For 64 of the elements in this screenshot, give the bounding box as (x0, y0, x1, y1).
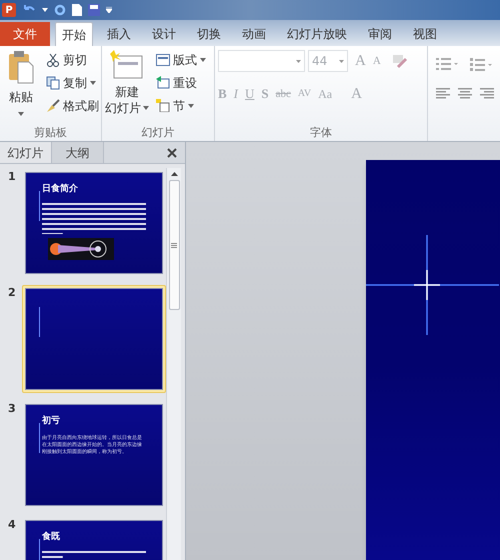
copy-icon (46, 76, 60, 90)
document-icon[interactable] (72, 4, 82, 16)
section-button[interactable]: 节 (156, 96, 206, 115)
group-label: 字体 (310, 124, 332, 141)
grip-icon (171, 242, 177, 248)
caret-icon (188, 104, 194, 108)
caret-icon[interactable] (42, 8, 48, 12)
group-label: 幻灯片 (142, 124, 174, 141)
caret-icon (339, 60, 344, 63)
section-icon (156, 99, 170, 112)
ribbon-tab[interactable]: 切换 (190, 22, 228, 46)
ribbon-tab[interactable]: 视图 (406, 22, 444, 46)
caret-icon (90, 80, 96, 84)
ribbon-tab[interactable]: 幻灯片放映 (280, 22, 354, 46)
align-right-icon[interactable] (480, 88, 494, 99)
scrollbar[interactable] (166, 168, 181, 560)
reset-button[interactable]: 重设 (156, 73, 206, 92)
paste-button[interactable]: 粘贴 (0, 50, 42, 125)
align-center-icon[interactable] (458, 88, 472, 99)
pane-tab[interactable]: 大纲 (52, 142, 104, 163)
layout-button[interactable]: 版式 (156, 50, 206, 69)
slide-number: 3 (7, 401, 17, 417)
slide-number: 2 (7, 285, 17, 301)
save-icon[interactable] (88, 4, 100, 16)
pane-tab[interactable]: 幻灯片 (0, 142, 52, 163)
caret-icon (200, 58, 206, 62)
caret-icon (18, 112, 24, 116)
ribbon-tab[interactable]: 开始 (55, 22, 93, 46)
ribbon-tab[interactable]: 插入 (100, 22, 138, 46)
format-painter-button[interactable]: 格式刷 (46, 96, 99, 115)
caret-icon (296, 60, 301, 63)
slide-number: 4 (7, 517, 17, 533)
slide-thumbnail[interactable] (22, 285, 166, 393)
font-name-field[interactable] (218, 50, 305, 72)
brush-icon (46, 98, 60, 112)
slide-thumbnail[interactable]: 食既 (22, 517, 166, 560)
scroll-thumb[interactable] (168, 180, 180, 310)
file-tab[interactable]: 文件 (0, 22, 50, 46)
scroll-up-icon[interactable] (170, 172, 178, 176)
copy-button[interactable]: 复制 (46, 73, 99, 92)
caret-icon (143, 106, 149, 110)
cut-button[interactable]: 剪切 (46, 50, 99, 69)
slide-title: 初亏 (42, 415, 61, 428)
clear-format-icon[interactable] (392, 53, 408, 70)
bullets-icon[interactable] (436, 58, 458, 70)
slide-title: 食既 (42, 531, 61, 544)
new-slide-icon (110, 50, 144, 80)
ribbon-tab[interactable]: 设计 (145, 22, 183, 46)
customize-caret-icon[interactable] (106, 7, 112, 13)
close-icon[interactable] (167, 148, 177, 158)
layout-icon (156, 54, 170, 66)
align-left-icon[interactable] (436, 88, 450, 99)
new-slide-button[interactable]: 新建 幻灯片 (102, 50, 152, 125)
ribbon-tab[interactable]: 审阅 (361, 22, 399, 46)
group-label: 剪贴板 (34, 124, 67, 141)
numbering-icon[interactable] (470, 58, 492, 72)
slide-number: 1 (7, 169, 17, 185)
clipboard-icon (8, 50, 34, 84)
ribbon-tab[interactable]: 动画 (235, 22, 273, 46)
reset-icon (156, 76, 170, 89)
slide-thumbnail[interactable]: 日食简介 (22, 169, 166, 277)
scissors-icon (46, 52, 60, 66)
slide-title: 日食简介 (42, 183, 79, 196)
app-logo: P (2, 3, 16, 17)
